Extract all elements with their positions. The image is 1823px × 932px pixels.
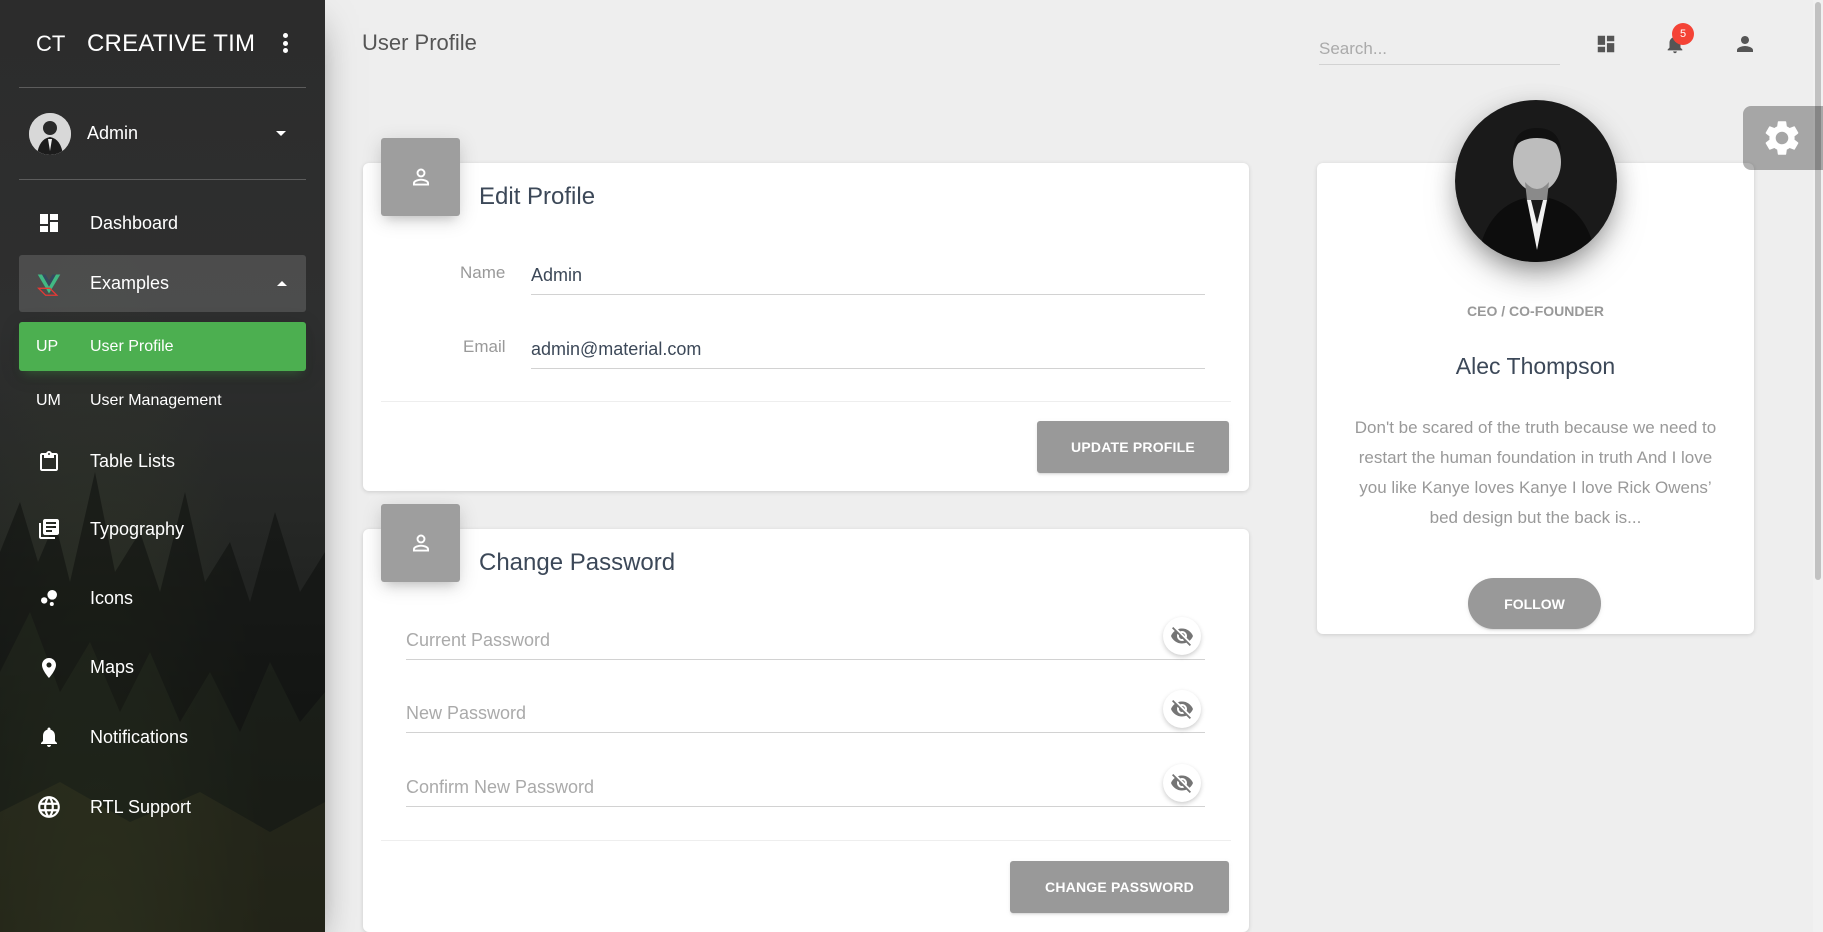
sidebar-divider xyxy=(19,179,306,180)
profile-avatar xyxy=(1455,100,1617,262)
sidebar-logo[interactable]: CT CREATIVE TIM xyxy=(0,0,325,87)
follow-button[interactable]: FOLLOW xyxy=(1468,578,1601,629)
card-title: Edit Profile xyxy=(479,183,596,210)
sidebar-item-label: Typography xyxy=(90,518,185,539)
bubble-chart-icon xyxy=(36,585,62,611)
scrollbar-thumb[interactable] xyxy=(1815,2,1821,580)
settings-plugin-button[interactable] xyxy=(1743,106,1823,170)
sidebar-item-maps[interactable]: Maps xyxy=(19,632,306,703)
sidebar-item-label: User Profile xyxy=(90,337,174,355)
profile-role: CEO / CO-FOUNDER xyxy=(1467,303,1604,319)
sidebar-item-label: Icons xyxy=(90,587,134,608)
library-books-icon xyxy=(36,516,62,542)
card-header-icon xyxy=(381,504,460,582)
card-footer-divider xyxy=(381,401,1231,402)
avatar xyxy=(29,112,71,155)
visibility-off-icon[interactable] xyxy=(1163,617,1201,655)
logo-mini: CT xyxy=(36,30,66,56)
sidebar-item-abbr: UM xyxy=(36,392,61,409)
sidebar-item-label: Maps xyxy=(90,657,135,677)
dashboard-icon xyxy=(36,210,62,236)
new-password-field[interactable]: New Password xyxy=(406,703,1205,733)
change-password-card: Change Password Current Password New Pas… xyxy=(363,504,1249,932)
sidebar-item-typography[interactable]: Typography xyxy=(19,494,306,564)
email-field[interactable]: admin@material.com xyxy=(531,339,1205,369)
card-header-icon xyxy=(381,138,460,216)
language-icon xyxy=(36,794,62,820)
sidebar-item-icons[interactable]: Icons xyxy=(19,564,306,632)
caret-down-icon xyxy=(276,131,286,136)
bell-icon xyxy=(36,724,62,750)
more-vert-icon[interactable] xyxy=(283,33,289,53)
sidebar-user-name: Admin xyxy=(87,123,139,143)
search-input[interactable] xyxy=(1319,33,1560,65)
clipboard-icon xyxy=(36,449,62,475)
gear-icon xyxy=(1765,121,1799,155)
sidebar-item-label: Examples xyxy=(90,273,170,293)
card-title: Change Password xyxy=(479,549,676,576)
sidebar-item-notifications[interactable]: Notifications xyxy=(19,703,306,771)
person-outline-icon xyxy=(412,534,429,552)
sidebar-nav: Dashboard Examples UP User Profile UM Us… xyxy=(0,197,325,843)
profile-name: Alec Thompson xyxy=(1455,353,1616,379)
update-profile-button[interactable]: UPDATE PROFILE xyxy=(1037,421,1229,473)
top-navbar: User Profile 5 xyxy=(325,0,1823,87)
sidebar-item-user-management[interactable]: UM User Management xyxy=(19,376,306,426)
visibility-off-icon[interactable] xyxy=(1163,764,1201,802)
sidebar-item-examples[interactable]: Examples xyxy=(19,255,306,312)
person-outline-icon xyxy=(412,168,429,186)
sidebar-item-rtl-support[interactable]: RTL Support xyxy=(19,771,306,843)
change-password-button[interactable]: CHANGE PASSWORD xyxy=(1010,861,1229,913)
profile-bio: Don't be scared of the truth because we … xyxy=(1354,418,1717,527)
sidebar-item-label: User Management xyxy=(90,392,222,409)
sidebar: CT CREATIVE TIM Admin Dashboard Examples… xyxy=(0,0,325,932)
person-icon[interactable] xyxy=(1730,29,1760,59)
current-password-field[interactable]: Current Password xyxy=(406,630,1205,660)
confirm-password-field[interactable]: Confirm New Password xyxy=(406,777,1205,807)
sidebar-item-dashboard[interactable]: Dashboard xyxy=(19,197,306,249)
name-label: Name xyxy=(460,263,506,282)
sidebar-item-label: Dashboard xyxy=(90,212,179,233)
vue-logo-icon xyxy=(36,271,62,297)
name-field[interactable]: Admin xyxy=(531,265,1205,295)
logo-text: CREATIVE TIM xyxy=(87,29,256,57)
card-footer-divider xyxy=(381,840,1231,841)
place-icon xyxy=(36,655,62,681)
sidebar-item-label: RTL Support xyxy=(90,796,192,817)
sidebar-user[interactable]: Admin xyxy=(0,88,325,179)
notification-badge: 5 xyxy=(1672,23,1694,45)
caret-up-icon xyxy=(277,281,287,286)
page-title: User Profile xyxy=(362,30,477,55)
sidebar-item-table-lists[interactable]: Table Lists xyxy=(19,429,306,494)
sidebar-item-label: Table Lists xyxy=(90,451,176,471)
edit-profile-card: Edit Profile Name Admin Email admin@mate… xyxy=(363,138,1249,491)
dashboard-icon[interactable] xyxy=(1591,29,1621,59)
sidebar-item-label: Notifications xyxy=(90,726,189,747)
sidebar-item-user-profile[interactable]: UP User Profile xyxy=(19,322,306,371)
sidebar-item-abbr: UP xyxy=(36,337,59,355)
email-label: Email xyxy=(463,337,506,356)
visibility-off-icon[interactable] xyxy=(1163,690,1201,728)
